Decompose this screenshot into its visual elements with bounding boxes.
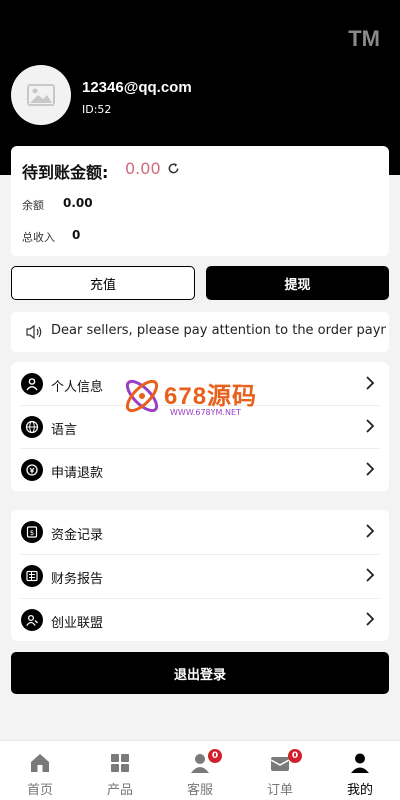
globe-icon — [21, 416, 43, 438]
refresh-icon[interactable] — [167, 162, 180, 175]
bottom-tab-bar: 首页 产品 0 客服 0 订单 我的 — [0, 740, 400, 800]
tab-label: 我的 — [346, 783, 373, 798]
total-income-value: 0 — [72, 228, 81, 242]
notice-bar: Dear sellers, please pay attention to th… — [11, 312, 389, 352]
tab-orders[interactable]: 0 订单 — [240, 741, 320, 800]
alliance-icon — [21, 609, 43, 631]
refund-icon — [21, 459, 43, 481]
tab-label: 首页 — [26, 783, 53, 798]
speaker-icon — [26, 324, 42, 340]
tab-label: 订单 — [266, 783, 293, 798]
menu-group-finance: $ 资金记录 财务报告 创业联盟 — [11, 510, 389, 641]
menu-label: 创业联盟 — [51, 616, 104, 631]
chevron-right-icon — [366, 462, 375, 476]
balance-card: 待到账金额: 0.00 余额 0.00 总收入 0 — [11, 146, 389, 256]
total-income-label: 总收入 — [22, 231, 55, 244]
orders-badge: 0 — [288, 749, 302, 763]
avatar[interactable] — [11, 65, 71, 125]
person-icon — [21, 373, 43, 395]
menu-label: 资金记录 — [51, 528, 104, 543]
withdraw-button[interactable]: 提现 — [206, 266, 389, 300]
chevron-right-icon — [366, 612, 375, 626]
menu-label: 个人信息 — [51, 380, 104, 395]
recharge-button[interactable]: 充值 — [11, 266, 195, 300]
watermark-url: WWW.678YM.NET — [170, 408, 241, 417]
menu-label: 财务报告 — [51, 572, 104, 587]
tm-logo: TM — [348, 26, 380, 51]
menu-item-alliance[interactable]: 创业联盟 — [11, 598, 389, 641]
watermark-title: 678源码 — [164, 383, 258, 410]
notice-text: Dear sellers, please pay attention to th… — [51, 323, 386, 338]
tab-products[interactable]: 产品 — [80, 741, 160, 800]
menu-item-refund[interactable]: 申请退款 — [11, 448, 389, 491]
tab-label: 客服 — [186, 783, 213, 798]
user-email: 12346@qq.com — [82, 79, 192, 96]
chevron-right-icon — [366, 419, 375, 433]
chevron-right-icon — [366, 568, 375, 582]
support-badge: 0 — [208, 749, 222, 763]
chevron-right-icon — [366, 524, 375, 538]
tab-support[interactable]: 0 客服 — [160, 741, 240, 800]
tab-label: 产品 — [106, 783, 133, 798]
user-icon — [351, 753, 369, 773]
balance-label: 余额 — [22, 199, 44, 212]
menu-label: 申请退款 — [51, 466, 104, 481]
user-id: ID:52 — [82, 103, 112, 116]
money-record-icon: $ — [21, 521, 43, 543]
watermark: 678源码 WWW.678YM.NET — [120, 372, 290, 422]
home-icon — [31, 754, 49, 772]
menu-label: 语言 — [51, 423, 78, 438]
tab-home[interactable]: 首页 — [0, 741, 80, 800]
image-placeholder-icon — [27, 84, 55, 106]
menu-item-fund-records[interactable]: $ 资金记录 — [11, 510, 389, 553]
menu-item-financial-report[interactable]: 财务报告 — [11, 554, 389, 597]
tab-mine[interactable]: 我的 — [320, 741, 400, 800]
report-icon — [21, 565, 43, 587]
balance-value: 0.00 — [63, 196, 93, 210]
svg-text:$: $ — [30, 529, 34, 537]
pending-amount-label: 待到账金额: — [22, 163, 109, 182]
chevron-right-icon — [366, 376, 375, 390]
grid-icon — [111, 754, 129, 772]
pending-amount-value: 0.00 — [125, 159, 161, 178]
logout-button[interactable]: 退出登录 — [11, 652, 389, 694]
watermark-logo-icon — [125, 379, 159, 413]
